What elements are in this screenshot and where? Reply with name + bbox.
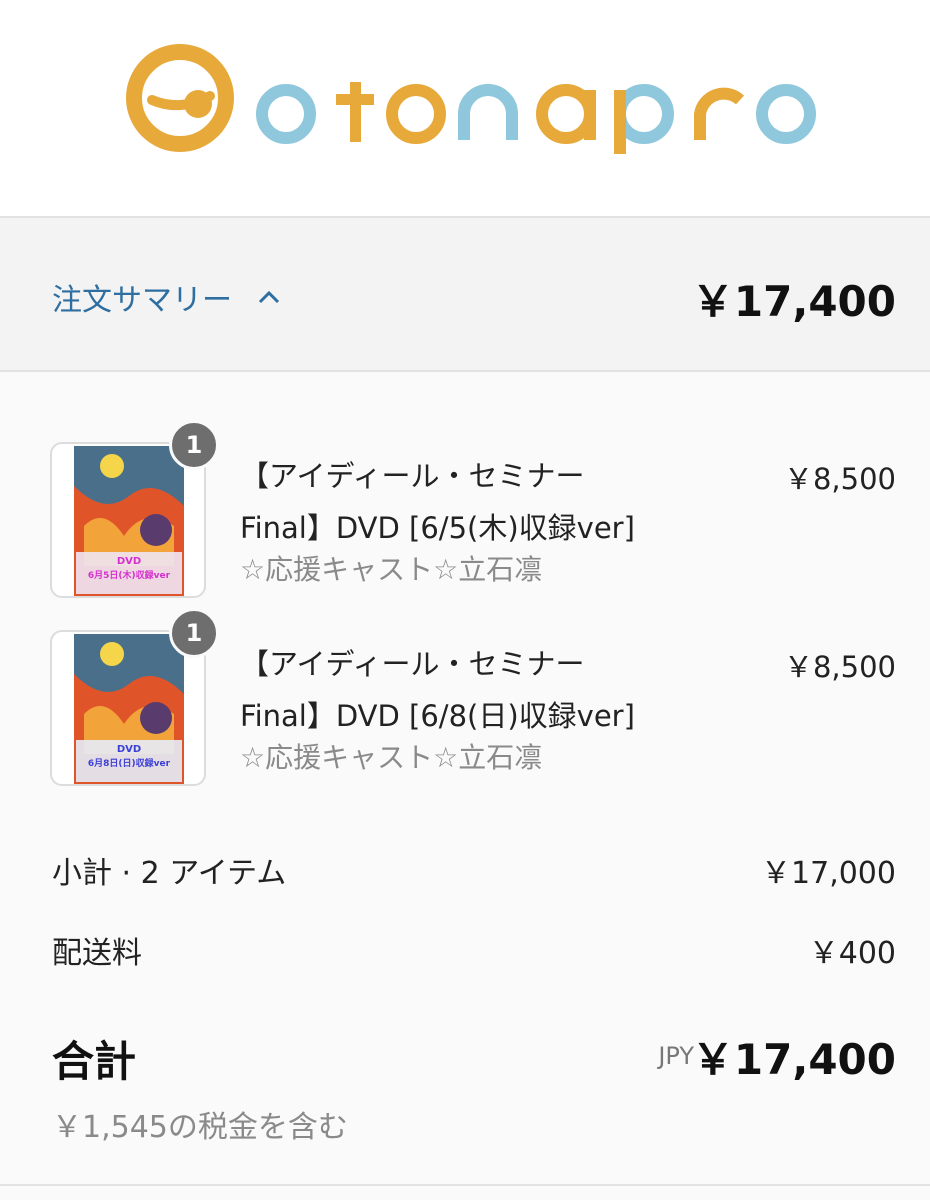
tax-note: ￥1,545の税金を含む — [52, 1110, 348, 1145]
order-summary-content: DVD 6月5日(木)収録ver 1 【アイディール・セミナー Final】DV… — [0, 372, 930, 1200]
thumb-caption: DVD — [117, 556, 141, 567]
line-item: DVD 6月5日(木)収録ver 1 【アイディール・セミナー Final】DV… — [0, 420, 930, 602]
item-title-line2: Final】DVD [6/8(日)収録ver] — [240, 699, 635, 733]
summary-total-price: ￥17,400 — [691, 277, 896, 326]
order-summary-toggle[interactable]: 注文サマリー — [52, 276, 280, 318]
item-title-line1: 【アイディール・セミナー — [240, 459, 585, 493]
quantity-badge: 1 — [169, 420, 219, 470]
otonapro-logo[interactable] — [126, 38, 826, 160]
thumb-caption: DVD — [117, 744, 141, 755]
thumb-date: 6月5日(木)収録ver — [88, 569, 171, 581]
currency-code: JPY — [658, 1042, 694, 1070]
item-title-line1: 【アイディール・セミナー — [240, 647, 585, 681]
item-variant: ☆応援キャスト☆立石凛 — [240, 553, 543, 586]
item-variant: ☆応援キャスト☆立石凛 — [240, 741, 543, 774]
subtotal-label: 小計 · 2 アイテム — [52, 856, 287, 891]
shipping-row: 配送料 ￥400 — [52, 928, 896, 972]
divider — [0, 1184, 930, 1186]
item-title: 【アイディール・セミナー Final】DVD [6/8(日)収録ver] — [240, 638, 700, 742]
item-price: ￥8,500 — [783, 462, 896, 496]
item-price: ￥8,500 — [783, 650, 896, 684]
total-label: 合計 — [52, 1037, 137, 1086]
thumb-date: 6月8日(日)収録ver — [88, 757, 171, 769]
subtotal-value: ￥17,000 — [761, 856, 896, 891]
order-summary-label: 注文サマリー — [52, 283, 232, 318]
shipping-label: 配送料 — [52, 936, 142, 971]
line-item: DVD 6月8日(日)収録ver 1 【アイディール・セミナー Final】DV… — [0, 608, 930, 790]
item-title-line2: Final】DVD [6/5(木)収録ver] — [240, 511, 635, 545]
quantity-badge: 1 — [169, 608, 219, 658]
subtotal-row: 小計 · 2 アイテム ￥17,000 — [52, 848, 896, 892]
total-value: ￥17,400 — [691, 1035, 896, 1084]
item-title: 【アイディール・セミナー Final】DVD [6/5(木)収録ver] — [240, 450, 700, 554]
shipping-value: ￥400 — [808, 936, 896, 971]
chevron-up-icon — [258, 290, 280, 304]
header — [0, 0, 930, 216]
